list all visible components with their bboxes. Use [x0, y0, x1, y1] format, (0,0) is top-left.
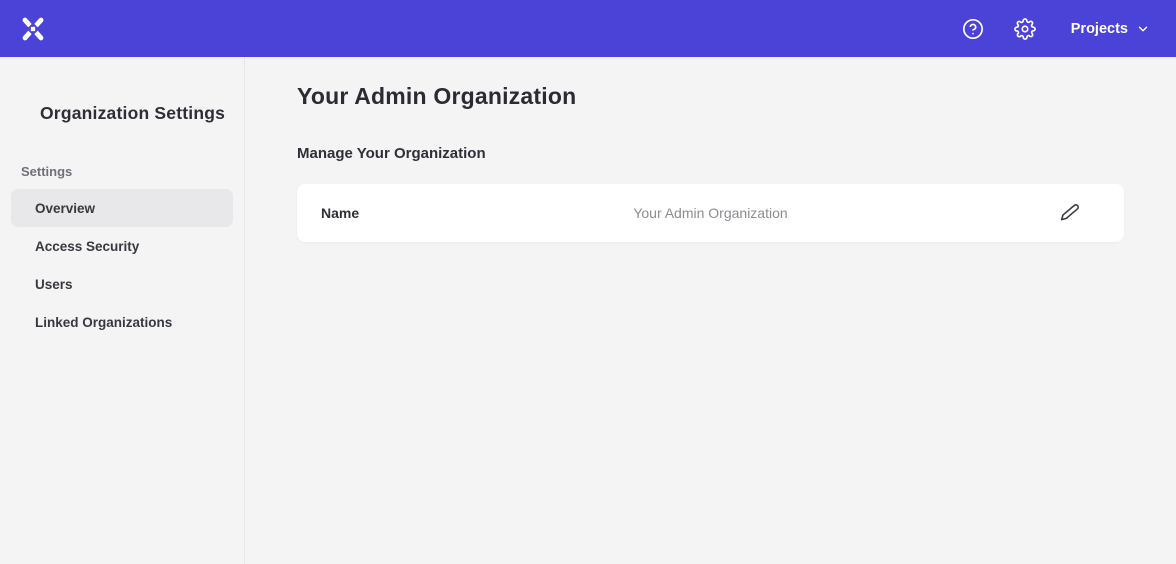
name-field-value: Your Admin Organization: [297, 205, 1124, 221]
help-button[interactable]: [961, 17, 985, 41]
sidebar-item-access-security[interactable]: Access Security: [11, 227, 233, 265]
projects-dropdown[interactable]: Projects: [1071, 21, 1150, 37]
sidebar-item-label: Overview: [35, 201, 95, 216]
sidebar: Organization Settings Settings Overview …: [0, 57, 245, 564]
gear-icon: [1014, 18, 1036, 40]
name-field-label: Name: [321, 205, 359, 221]
sidebar-item-label: Access Security: [35, 239, 139, 254]
help-circle-icon: [962, 18, 984, 40]
pencil-icon: [1060, 203, 1080, 223]
sidebar-title: Organization Settings: [0, 103, 244, 124]
sidebar-item-linked-organizations[interactable]: Linked Organizations: [11, 303, 233, 341]
section-title: Manage Your Organization: [297, 145, 1124, 162]
edit-name-button[interactable]: [1056, 199, 1084, 227]
app-logo[interactable]: [18, 14, 48, 44]
page-title: Your Admin Organization: [297, 83, 1124, 110]
organization-name-card: Name Your Admin Organization: [297, 184, 1124, 242]
projects-dropdown-label: Projects: [1071, 21, 1128, 37]
main-content: Your Admin Organization Manage Your Orga…: [245, 57, 1176, 564]
sidebar-nav: Overview Access Security Users Linked Or…: [0, 189, 244, 341]
sidebar-item-users[interactable]: Users: [11, 265, 233, 303]
sidebar-item-label: Linked Organizations: [35, 315, 172, 330]
top-nav: Projects: [0, 0, 1176, 57]
chevron-down-icon: [1136, 22, 1150, 36]
sidebar-section-label: Settings: [0, 164, 244, 179]
mendix-x-logo-icon: [18, 14, 48, 44]
settings-button[interactable]: [1013, 17, 1037, 41]
sidebar-item-overview[interactable]: Overview: [11, 189, 233, 227]
sidebar-item-label: Users: [35, 277, 73, 292]
